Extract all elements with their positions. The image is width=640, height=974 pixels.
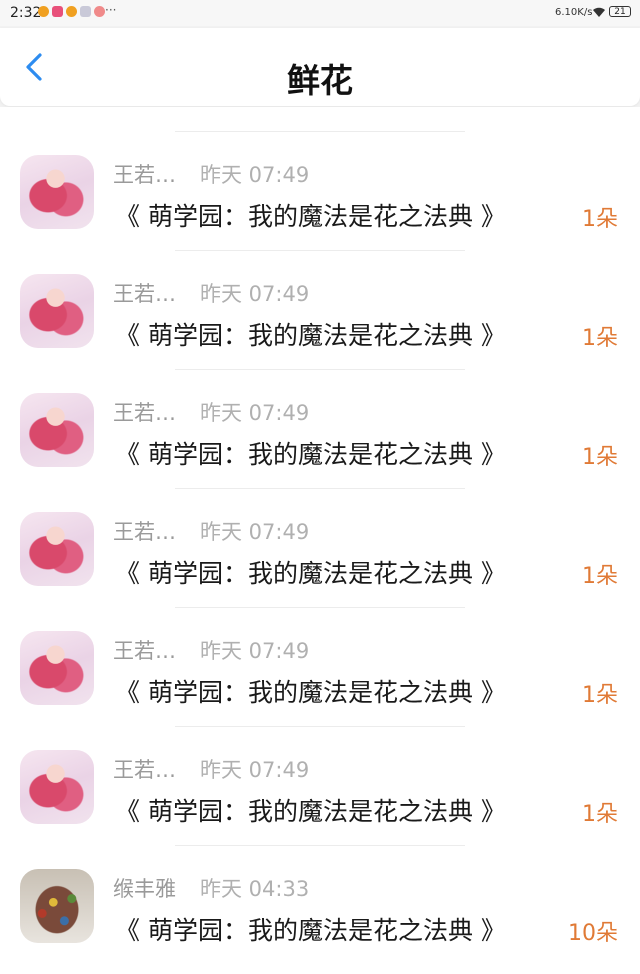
gift-time: 昨天 07:49 <box>200 163 310 187</box>
user-avatar[interactable] <box>20 750 94 824</box>
list-item[interactable]: 王若… 昨天 07:49 《 萌学园：我的魔法是花之法典 》 1朵 <box>0 512 640 630</box>
divider <box>175 607 465 608</box>
book-title[interactable]: 《 萌学园：我的魔法是花之法典 》 <box>115 197 506 233</box>
sender-name[interactable]: 王若… <box>113 397 176 427</box>
weibo-icon <box>38 6 49 17</box>
gift-time: 昨天 07:49 <box>200 401 310 425</box>
weibo-icon <box>66 6 77 17</box>
play-icon <box>94 6 105 17</box>
net-speed: 6.10K/s <box>555 7 593 18</box>
list-item[interactable]: 王若… 昨天 07:49 《 萌学园：我的魔法是花之法典 》 1朵 <box>0 155 640 273</box>
status-bar: 2:32 ··· 6.10K/s 21 <box>0 0 640 26</box>
sender-name[interactable]: 王若… <box>113 635 176 665</box>
list-item[interactable]: 王若… 昨天 07:49 《 萌学园：我的魔法是花之法典 》 1朵 <box>0 631 640 749</box>
list-item[interactable]: 王若… 昨天 07:49 《 萌学园：我的魔法是花之法典 》 1朵 <box>0 274 640 392</box>
book-title[interactable]: 《 萌学园：我的魔法是花之法典 》 <box>115 435 506 471</box>
flower-count: 1朵 <box>582 683 618 708</box>
app-icon <box>80 6 91 17</box>
gift-time: 昨天 07:49 <box>200 520 310 544</box>
divider <box>175 726 465 727</box>
sender-name[interactable]: 王若… <box>113 159 176 189</box>
status-time: 2:32 <box>10 5 42 21</box>
flower-count: 1朵 <box>582 207 618 232</box>
gift-time: 昨天 04:33 <box>200 877 310 901</box>
user-avatar[interactable] <box>20 274 94 348</box>
list-item[interactable]: 缑丰雅 昨天 04:33 《 萌学园：我的魔法是花之法典 》 10朵 <box>0 869 640 974</box>
user-avatar[interactable] <box>20 393 94 467</box>
divider <box>175 845 465 846</box>
flower-count: 10朵 <box>568 921 618 946</box>
book-title[interactable]: 《 萌学园：我的魔法是花之法典 》 <box>115 792 506 828</box>
flower-gift-list[interactable]: 王若… 昨天 07:49 《 萌学园：我的魔法是花之法典 》 1朵 王若… 昨天 07:4… <box>0 107 640 974</box>
user-avatar[interactable] <box>20 512 94 586</box>
list-item[interactable]: 王若… 昨天 07:49 《 萌学园：我的魔法是花之法典 》 1朵 <box>0 750 640 868</box>
flower-count: 1朵 <box>582 802 618 827</box>
divider <box>175 131 465 132</box>
flower-count: 1朵 <box>582 445 618 470</box>
sender-name[interactable]: 缑丰雅 <box>113 873 176 903</box>
mail-icon <box>52 6 63 17</box>
header-bar: 鲜花 <box>0 28 640 106</box>
book-title[interactable]: 《 萌学园：我的魔法是花之法典 》 <box>115 554 506 590</box>
wifi-icon <box>593 7 605 17</box>
sender-name[interactable]: 王若… <box>113 278 176 308</box>
list-item[interactable]: 王若… 昨天 07:49 《 萌学园：我的魔法是花之法典 》 1朵 <box>0 393 640 511</box>
gift-time: 昨天 07:49 <box>200 282 310 306</box>
notification-icons <box>38 6 105 17</box>
user-avatar[interactable] <box>20 155 94 229</box>
gift-time: 昨天 07:49 <box>200 758 310 782</box>
page-title: 鲜花 <box>287 61 353 100</box>
user-avatar[interactable] <box>20 631 94 705</box>
battery-indicator: 21 <box>609 6 631 17</box>
flower-count: 1朵 <box>582 326 618 351</box>
book-title[interactable]: 《 萌学园：我的魔法是花之法典 》 <box>115 911 506 947</box>
divider <box>175 369 465 370</box>
sender-name[interactable]: 王若… <box>113 516 176 546</box>
book-title[interactable]: 《 萌学园：我的魔法是花之法典 》 <box>115 673 506 709</box>
divider <box>175 488 465 489</box>
flower-count: 1朵 <box>582 564 618 589</box>
sender-name[interactable]: 王若… <box>113 754 176 784</box>
more-notifications: ··· <box>105 3 117 17</box>
gift-time: 昨天 07:49 <box>200 639 310 663</box>
user-avatar[interactable] <box>20 869 94 943</box>
divider <box>175 250 465 251</box>
book-title[interactable]: 《 萌学园：我的魔法是花之法典 》 <box>115 316 506 352</box>
